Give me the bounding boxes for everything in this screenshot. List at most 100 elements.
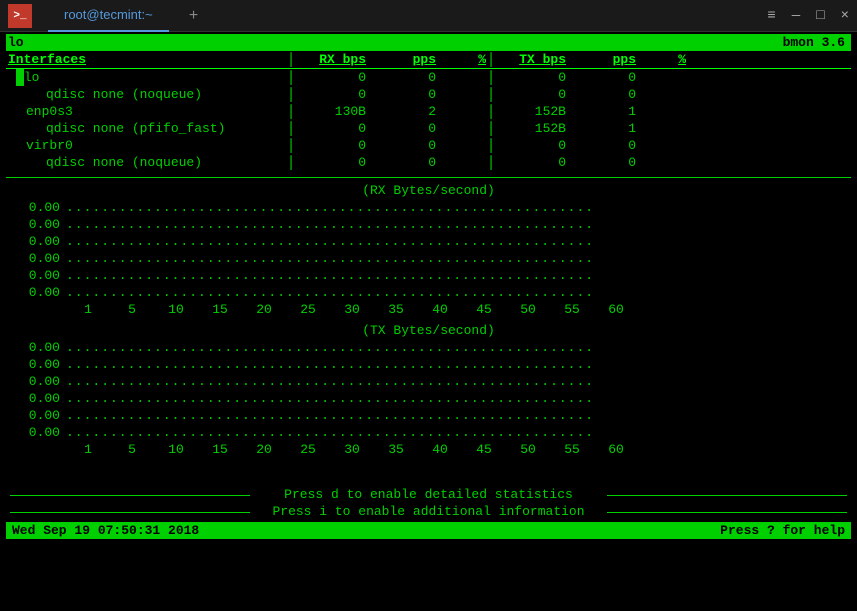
tx-bps-value: 0 [496, 154, 566, 171]
column-separator: │ [286, 86, 296, 103]
graph-row: 0.00....................................… [6, 284, 851, 301]
column-separator: │ [486, 51, 496, 68]
graph-row: 0.00....................................… [6, 250, 851, 267]
graph-ylabel: 0.00 [6, 250, 66, 267]
tx-bps-value: 0 [496, 69, 566, 86]
xtick: 60 [594, 301, 638, 318]
graph-row: 0.00....................................… [6, 233, 851, 250]
horizontal-divider [6, 177, 851, 178]
table-row[interactable]: qdisc none (noqueue)│00│00 [6, 86, 851, 103]
graph-ylabel: 0.00 [6, 284, 66, 301]
iface-name: virbr0 [6, 137, 286, 154]
rx-graph-title: (RX Bytes/second) [6, 182, 851, 199]
xtick: 1 [66, 301, 110, 318]
hint-additional: Press i to enable additional information [6, 503, 851, 520]
xtick: 40 [418, 301, 462, 318]
iface-name: qdisc none (noqueue) [6, 86, 286, 103]
xtick: 35 [374, 441, 418, 458]
header-rx-pct: % [436, 51, 486, 68]
graph-row: 0.00....................................… [6, 216, 851, 233]
graph-ylabel: 0.00 [6, 199, 66, 216]
column-separator: │ [286, 120, 296, 137]
xtick: 25 [286, 301, 330, 318]
table-row[interactable]: qdisc none (pfifo_fast)│00│152B1 [6, 120, 851, 137]
header-tx-pct: % [636, 51, 686, 68]
hint-detailed: Press d to enable detailed statistics [6, 486, 851, 503]
graph-ylabel: 0.00 [6, 233, 66, 250]
tx-graph: (TX Bytes/second) 0.00..................… [6, 322, 851, 458]
table-header: Interfaces │ RX bps pps % │ TX bps pps % [6, 51, 851, 69]
xtick: 10 [154, 441, 198, 458]
iface-name: enp0s3 [6, 103, 286, 120]
graph-dots: ........................................… [66, 233, 594, 250]
minimize-icon[interactable]: — [792, 8, 800, 24]
selection-marker [16, 69, 24, 86]
tx-bps-value: 0 [496, 86, 566, 103]
graph-dots: ........................................… [66, 339, 594, 356]
tx-pps-value: 1 [566, 120, 636, 137]
graph-dots: ........................................… [66, 356, 594, 373]
xtick: 5 [110, 441, 154, 458]
tx-pct-value [636, 69, 686, 86]
xtick: 20 [242, 441, 286, 458]
column-separator: │ [286, 69, 296, 86]
tx-bps-value: 0 [496, 137, 566, 154]
terminal-tab[interactable]: root@tecmint:~ [48, 0, 169, 32]
iface-name: qdisc none (noqueue) [6, 154, 286, 171]
bmon-topbar: lo bmon 3.6 [6, 34, 851, 51]
iface-name: lo [6, 69, 286, 86]
graph-row: 0.00....................................… [6, 407, 851, 424]
column-separator: │ [486, 120, 496, 137]
graph-row: 0.00....................................… [6, 424, 851, 441]
graph-row: 0.00....................................… [6, 339, 851, 356]
graph-dots: ........................................… [66, 407, 594, 424]
graph-row: 0.00....................................… [6, 390, 851, 407]
xtick: 55 [550, 301, 594, 318]
close-icon[interactable]: × [841, 8, 849, 24]
tx-pct-value [636, 120, 686, 137]
tx-graph-title: (TX Bytes/second) [6, 322, 851, 339]
rx-pps-value: 0 [366, 120, 436, 137]
xtick: 30 [330, 441, 374, 458]
add-tab-button[interactable]: + [181, 7, 207, 25]
rx-pct-value [436, 69, 486, 86]
table-row[interactable]: qdisc none (noqueue)│00│00 [6, 154, 851, 171]
graph-row: 0.00....................................… [6, 373, 851, 390]
column-separator: │ [486, 103, 496, 120]
rx-bps-value: 0 [296, 86, 366, 103]
rx-pct-value [436, 120, 486, 137]
statusbar-date: Wed Sep 19 07:50:31 2018 [6, 522, 714, 539]
rx-bps-value: 0 [296, 137, 366, 154]
xtick: 15 [198, 301, 242, 318]
header-interfaces: Interfaces [6, 51, 286, 68]
column-separator: │ [486, 137, 496, 154]
xtick: 45 [462, 301, 506, 318]
graph-ylabel: 0.00 [6, 390, 66, 407]
xtick: 1 [66, 441, 110, 458]
graph-row: 0.00....................................… [6, 199, 851, 216]
tx-bps-value: 152B [496, 103, 566, 120]
rx-xaxis: 151015202530354045505560 [6, 301, 851, 318]
xtick: 30 [330, 301, 374, 318]
tx-bps-value: 152B [496, 120, 566, 137]
rx-pps-value: 0 [366, 154, 436, 171]
tx-pps-value: 0 [566, 69, 636, 86]
tx-xaxis: 151015202530354045505560 [6, 441, 851, 458]
column-separator: │ [486, 154, 496, 171]
table-row[interactable]: enp0s3│130B2│152B1 [6, 103, 851, 120]
topbar-app-name: bmon 3.6 [777, 34, 851, 51]
rx-pct-value [436, 86, 486, 103]
xtick: 40 [418, 441, 462, 458]
table-row[interactable]: lo│00│00 [6, 69, 851, 86]
graph-ylabel: 0.00 [6, 356, 66, 373]
xtick: 50 [506, 441, 550, 458]
xtick: 25 [286, 441, 330, 458]
menu-icon[interactable]: ≡ [767, 8, 775, 24]
maximize-icon[interactable]: □ [816, 8, 824, 24]
table-row[interactable]: virbr0│00│00 [6, 137, 851, 154]
graph-ylabel: 0.00 [6, 267, 66, 284]
window-titlebar: >_ root@tecmint:~ + ≡ — □ × [0, 0, 857, 32]
tx-pps-value: 0 [566, 154, 636, 171]
tx-pct-value [636, 103, 686, 120]
rx-bps-value: 0 [296, 154, 366, 171]
